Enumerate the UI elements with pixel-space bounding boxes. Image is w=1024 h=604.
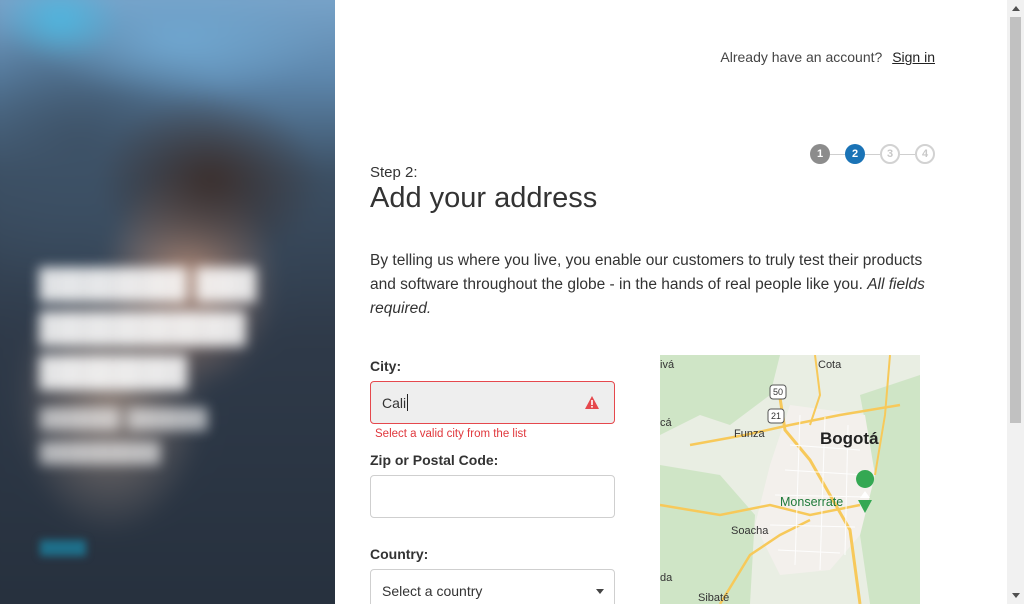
country-selected: Select a country [382,582,483,599]
step-3: 3 [880,144,900,164]
hero-panel: ▆▆▆▆▆ ▆▆ ▆▆▆▆▆▆▆ ▆▆▆▆▆ ▆▆▆▆ ▆▆▆▆ ▆▆▆▆▆▆ [0,0,335,604]
scroll-down-icon[interactable] [1012,593,1020,598]
map-label-sibate: Sibaté [698,592,730,604]
map-label-viva: ivá [660,359,675,371]
zip-input[interactable] [370,475,615,518]
city-input[interactable]: Cali [370,381,615,424]
map-graphic [660,355,920,604]
city-label: City: [370,358,402,374]
city-error-message: Select a valid city from the list [375,428,527,440]
map-label-cota: Cota [818,359,842,371]
step-label: Step 2: [370,164,418,181]
country-select[interactable]: Select a country [370,569,615,604]
step-connector [865,153,880,155]
chevron-down-icon [596,589,604,594]
intro-text: By telling us where you live, you enable… [370,249,945,321]
city-value: Cali [382,394,407,411]
intro-body: By telling us where you live, you enable… [370,252,923,293]
page-scrollbar[interactable] [1007,0,1024,604]
route-50-label: 50 [773,387,784,397]
location-map[interactable]: ivá Cota 50 21 Funza Bogotá cá Monserrat… [660,355,920,604]
step-1: 1 [810,144,830,164]
map-label-edge: da [660,572,673,584]
progress-stepper: 1 2 3 4 [810,144,935,164]
map-label-mosquera: cá [660,417,672,429]
scrollbar-thumb[interactable] [1010,17,1021,423]
country-label: Country: [370,546,429,562]
step-connector [830,153,845,155]
scroll-up-icon[interactable] [1012,6,1020,11]
signin-row: Already have an account? Sign in [720,49,935,65]
signin-link[interactable]: Sign in [892,49,935,65]
route-21-label: 21 [771,411,782,421]
warning-icon [585,396,599,409]
page-title: Add your address [370,182,598,214]
account-prompt: Already have an account? [720,49,883,65]
zip-label: Zip or Postal Code: [370,452,499,468]
text-cursor [407,394,409,411]
hero-button [40,540,86,556]
hero-blurred-text: ▆▆▆▆▆ ▆▆ ▆▆▆▆▆▆▆ ▆▆▆▆▆ ▆▆▆▆ ▆▆▆▆ ▆▆▆▆▆▆ [40,259,256,464]
map-label-monserrate: Monserrate [780,495,844,509]
map-label-bogota: Bogotá [820,429,879,448]
step-connector [900,153,915,155]
step-4: 4 [915,144,935,164]
map-label-soacha: Soacha [731,525,769,537]
step-2: 2 [845,144,865,164]
map-label-funza: Funza [734,428,765,440]
